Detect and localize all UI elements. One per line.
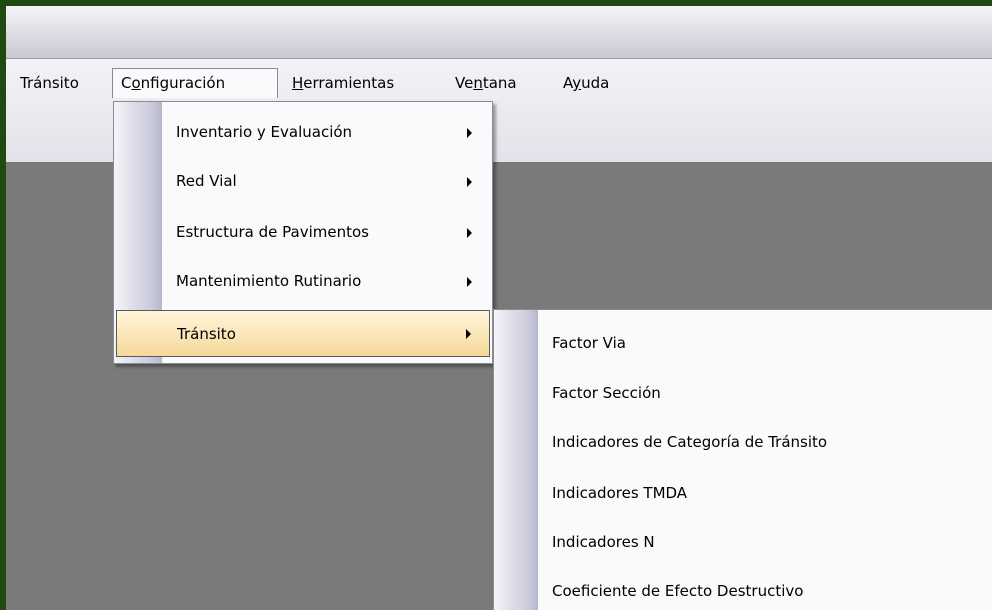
menu-mnemonic: y [572,74,582,92]
menu-item-label: Estructura de Pavimentos [176,223,369,241]
submenu-item-indicadores-categoria[interactable]: Indicadores de Categoría de Tránsito [494,417,992,467]
submenu-arrow-icon [467,177,472,187]
submenu-item-factor-seccion[interactable]: Factor Sección [494,368,992,418]
menu-label-part: tana [482,74,517,92]
menu-label-part: nfiguración [140,74,226,92]
menu-ventana[interactable]: Ventana [447,68,525,98]
menu-herramientas[interactable]: Herramientas [284,68,402,98]
app-window: Tránsito Configuración Herramientas Vent… [6,6,992,610]
menu-label-part: A [563,74,573,92]
menu-item-label: Factor Sección [552,384,661,402]
menu-mnemonic: o [131,74,141,92]
submenu-item-coeficiente[interactable]: Coeficiente de Efecto Destructivo [494,566,992,610]
menu-item-transito[interactable]: Tránsito [116,310,490,357]
menu-label-part: C [121,74,132,92]
menu-mnemonic: H [292,74,304,92]
menu-label-part: Ve [455,74,474,92]
submenu-arrow-icon [467,128,472,138]
submenu-item-indicadores-tmda[interactable]: Indicadores TMDA [494,468,992,518]
submenu-arrow-icon [467,277,472,287]
menu-item-label: Indicadores N [552,533,655,551]
menu-item-label: Tránsito [177,325,236,343]
submenu-arrow-icon [467,228,472,238]
menu-item-label: Factor Via [552,334,626,352]
menu-item-estructura[interactable]: Estructura de Pavimentos [114,209,492,256]
menu-item-label: Coeficiente de Efecto Destructivo [552,582,804,600]
menu-label-part: uda [581,74,610,92]
menu-item-label: Inventario y Evaluación [176,123,353,141]
menu-label: Tránsito [20,74,79,92]
title-bar[interactable] [6,6,992,59]
submenu-item-indicadores-n[interactable]: Indicadores N [494,517,992,567]
submenu-arrow-icon [466,329,471,339]
menu-label-part: erramientas [303,74,395,92]
menu-item-mantenimiento[interactable]: Mantenimiento Rutinario [114,258,492,305]
menu-item-label: Indicadores de Categoría de Tránsito [552,433,828,451]
configuracion-dropdown: Inventario y Evaluación Red Vial Estruct… [113,101,493,364]
menu-transito[interactable]: Tránsito [12,68,87,98]
submenu-item-factor-via[interactable]: Factor Via [494,318,992,368]
transito-submenu: Factor Via Factor Sección Indicadores de… [493,309,992,610]
menu-mnemonic: n [473,74,483,92]
menu-item-inventario[interactable]: Inventario y Evaluación [114,109,492,156]
menu-item-red-vial[interactable]: Red Vial [114,158,492,205]
menu-ayuda[interactable]: Ayuda [555,68,617,98]
menu-configuracion[interactable]: Configuración [112,68,278,98]
menu-item-label: Mantenimiento Rutinario [176,272,362,290]
menu-item-label: Red Vial [176,172,237,190]
menu-item-label: Indicadores TMDA [552,484,688,502]
